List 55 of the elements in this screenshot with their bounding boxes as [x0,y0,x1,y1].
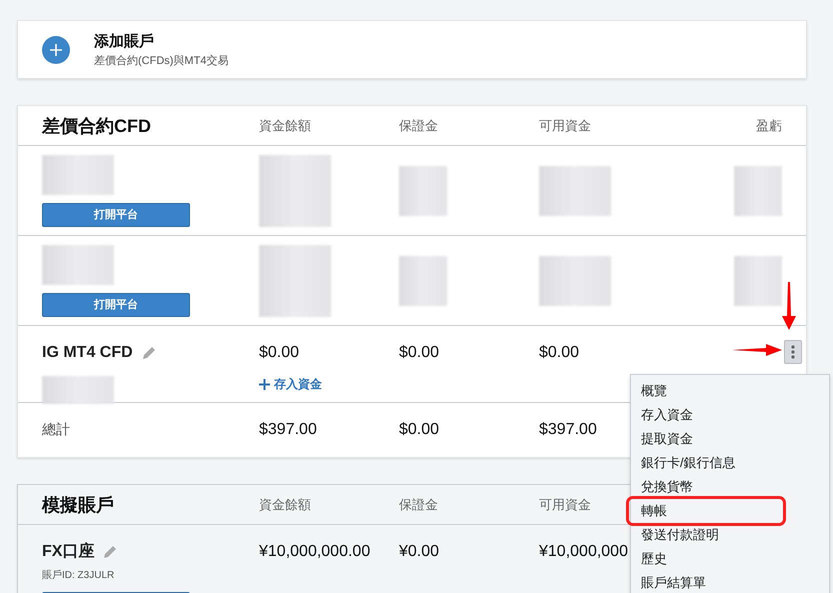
account-name: FX口座 [42,541,94,562]
total-label: 總計 [42,421,71,439]
column-header: 保證金 [399,116,439,134]
redaction-block [399,256,447,306]
column-header: 盈虧 [755,116,782,134]
total-available: $397.00 [539,421,598,439]
add-account-title: 添加賬戶 [94,32,155,50]
dots-icon [791,344,795,360]
total-balance: $397.00 [259,421,318,439]
menu-item[interactable]: 賬戶結算單 [631,571,829,593]
menu-item[interactable]: 概覽 [631,379,829,403]
column-header: 資金餘額 [259,496,312,514]
menu-item[interactable]: 兌換貨幣 [631,475,829,499]
redaction-block [259,244,331,316]
pencil-icon[interactable] [140,345,157,361]
account-id: 賬戶ID: Z3JULR [42,568,116,582]
menu-item[interactable]: 歷史 [631,547,829,571]
redaction-block [539,166,611,216]
section-title: 模擬賬戶 [42,494,115,516]
redaction-block [42,244,114,284]
column-header: 可用資金 [539,116,592,134]
plus-icon [259,379,270,390]
account-name: IG MT4 CFD [42,344,133,362]
redaction-block [399,166,447,216]
redaction-block [539,256,611,306]
column-header: 保證金 [399,496,439,514]
available-value: $0.00 [539,344,580,362]
margin-value: ¥0.00 [399,543,440,561]
total-margin: $0.00 [399,421,440,439]
plus-icon[interactable] [42,36,70,64]
available-value: ¥10,000,000 [539,543,629,561]
redaction-block [42,154,114,194]
margin-value: $0.00 [399,344,440,362]
column-header: 資金餘額 [259,116,312,134]
redaction-block [734,256,782,306]
menu-item[interactable]: 提取資金 [631,427,829,451]
balance-value: ¥10,000,000.00 [259,543,372,561]
redaction-block [734,166,782,216]
more-menu-button[interactable] [784,340,802,364]
column-header: 可用資金 [539,496,592,514]
redaction-block [259,154,331,226]
menu-item[interactable]: 轉帳 [629,499,783,523]
redaction-block [42,376,114,404]
deposit-link[interactable]: 存入資金 [259,376,399,393]
menu-item[interactable]: 存入資金 [631,403,829,427]
section-title: 差價合約CFD [42,114,152,138]
add-account-card[interactable]: 添加賬戶 差價合約(CFDs)與MT4交易 [17,20,807,79]
open-platform-button[interactable]: 打開平台 [42,202,190,226]
menu-item[interactable]: 銀行卡/銀行信息 [631,451,829,475]
annotation-arrow [782,282,796,330]
open-platform-button[interactable]: 打開平台 [42,292,190,316]
balance-value: $0.00 [259,344,300,362]
add-account-subtitle: 差價合約(CFDs)與MT4交易 [94,54,228,68]
pencil-icon[interactable] [102,544,118,560]
menu-item[interactable]: 發送付款證明 [631,523,829,547]
